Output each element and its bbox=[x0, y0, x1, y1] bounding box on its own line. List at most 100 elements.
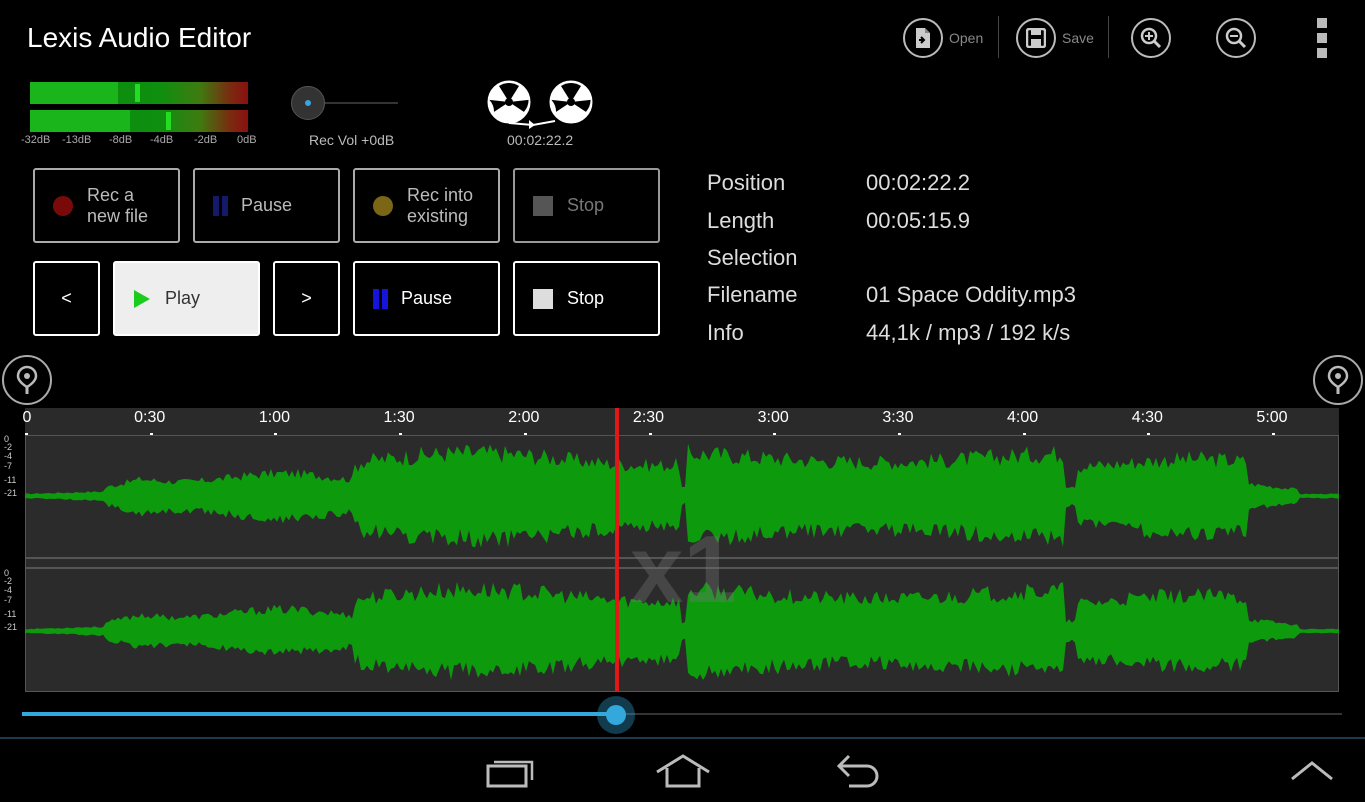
play-icon bbox=[134, 289, 150, 308]
timeline-tick-label: 0:30 bbox=[134, 409, 166, 426]
db-scale-label: -11 bbox=[4, 475, 17, 485]
app-title: Lexis Audio Editor bbox=[27, 22, 252, 53]
play-pause-button[interactable]: Pause bbox=[353, 261, 500, 336]
rec-pause-label: Pause bbox=[241, 195, 293, 215]
timeline-tick-label: 2:30 bbox=[632, 409, 665, 426]
file-open-icon bbox=[903, 18, 943, 58]
prev-button[interactable]: < bbox=[33, 261, 100, 336]
db-scale-label: -7 bbox=[4, 461, 13, 471]
info-value: 44,1k / mp3 / 192 k/s bbox=[866, 320, 1071, 345]
record-icon bbox=[53, 195, 73, 216]
back-icon bbox=[836, 754, 879, 787]
rec-volume-label: Rec Vol +0dB bbox=[309, 132, 395, 148]
location-pin-icon bbox=[1327, 365, 1349, 394]
rec-into-existing-label: Rec into bbox=[407, 184, 474, 205]
rec-into-existing-button[interactable]: Rec into existing bbox=[353, 168, 500, 243]
rec-into-existing-label: existing bbox=[407, 205, 469, 226]
stop-icon bbox=[533, 195, 553, 216]
open-label: Open bbox=[949, 30, 984, 46]
level-meter-left-peak bbox=[135, 84, 141, 102]
db-scale-label: -4 bbox=[4, 585, 13, 595]
save-label: Save bbox=[1062, 30, 1094, 46]
timeline-tick-label: 4:00 bbox=[1007, 409, 1039, 426]
selection-label: Selection bbox=[707, 245, 798, 270]
toolbar-separator bbox=[998, 16, 999, 58]
pause-icon bbox=[213, 195, 228, 216]
zoom-out-icon bbox=[1216, 18, 1256, 58]
recent-apps-icon bbox=[486, 760, 534, 787]
rec-new-file-label: new file bbox=[87, 205, 149, 226]
timeline-tick-label: 2:00 bbox=[508, 409, 540, 426]
record-icon bbox=[373, 195, 393, 216]
floppy-disk-icon bbox=[1016, 18, 1056, 58]
timeline-tick-label: 3:00 bbox=[757, 409, 789, 426]
db-scale-label: -7 bbox=[4, 595, 13, 605]
seek-bar-thumb[interactable] bbox=[597, 696, 635, 734]
length-label: Length bbox=[707, 208, 775, 233]
play-stop-label: Stop bbox=[567, 288, 605, 308]
rec-new-file-label: Rec a bbox=[87, 184, 135, 205]
system-nav-bar bbox=[0, 737, 1365, 802]
play-button[interactable]: Play bbox=[113, 261, 260, 336]
level-meter-left-fill bbox=[30, 82, 119, 104]
db-scale-label: -21 bbox=[4, 488, 18, 498]
pause-icon bbox=[373, 288, 388, 309]
play-label: Play bbox=[165, 288, 201, 308]
position-label: Position bbox=[707, 170, 786, 195]
zoom-in-button[interactable] bbox=[1131, 16, 1171, 60]
overflow-menu-button[interactable] bbox=[1312, 16, 1332, 60]
db-scale-label: -21 bbox=[4, 622, 18, 632]
level-meter-left bbox=[30, 82, 248, 104]
db-scale-label: -4 bbox=[4, 451, 13, 461]
rec-stop-label: Stop bbox=[567, 195, 605, 215]
chevron-up-icon bbox=[1291, 760, 1333, 780]
play-stop-button[interactable]: Stop bbox=[513, 261, 660, 336]
level-meter-right-peak bbox=[165, 112, 171, 130]
playhead[interactable] bbox=[615, 408, 620, 692]
reel-time: 00:02:22.2 bbox=[507, 132, 574, 148]
filename-label: Filename bbox=[707, 282, 798, 307]
next-label: > bbox=[301, 288, 312, 308]
location-pin-icon bbox=[16, 365, 38, 394]
home-button[interactable] bbox=[643, 739, 723, 802]
next-button[interactable]: > bbox=[273, 261, 340, 336]
length-value: 00:05:15.9 bbox=[866, 208, 970, 233]
rec-stop-button[interactable]: Stop bbox=[513, 168, 660, 243]
zoom-in-icon bbox=[1131, 18, 1171, 58]
level-meter-right bbox=[30, 110, 248, 132]
toolbar-separator bbox=[1108, 16, 1109, 58]
timeline-tick-label: 4:30 bbox=[1131, 409, 1163, 426]
rec-pause-button[interactable]: Pause bbox=[193, 168, 340, 243]
recent-apps-button[interactable] bbox=[470, 739, 550, 802]
timeline-tick-label: 5:00 bbox=[1256, 409, 1288, 426]
menu-up-button[interactable] bbox=[1272, 739, 1352, 802]
timeline-tick-label: 0 bbox=[22, 409, 32, 426]
prev-label: < bbox=[61, 288, 72, 308]
zoom-level: x1 bbox=[630, 516, 737, 623]
timeline-tick-label: 3:30 bbox=[882, 409, 914, 426]
seek-bar-progress bbox=[22, 712, 616, 716]
position-value: 00:02:22.2 bbox=[866, 170, 970, 195]
play-pause-label: Pause bbox=[401, 288, 453, 308]
zoom-out-button[interactable] bbox=[1216, 16, 1256, 60]
db-label: -2dB bbox=[194, 134, 218, 146]
stop-icon bbox=[533, 288, 553, 309]
rec-new-file-button[interactable]: Rec a new file bbox=[33, 168, 180, 243]
filename-value: 01 Space Oddity.mp3 bbox=[866, 282, 1076, 307]
db-label: -4dB bbox=[150, 134, 174, 146]
overflow-menu-icon bbox=[1317, 18, 1327, 58]
db-label: -32dB bbox=[21, 134, 51, 146]
timeline-tick-label: 1:30 bbox=[383, 409, 415, 426]
home-icon bbox=[656, 753, 710, 787]
info-label: Info bbox=[707, 320, 744, 345]
back-button[interactable] bbox=[818, 739, 898, 802]
db-scale-label: -11 bbox=[4, 609, 17, 619]
tape-reel-icon bbox=[485, 80, 597, 135]
db-label: -13dB bbox=[62, 134, 92, 146]
end-marker-button[interactable] bbox=[1313, 355, 1363, 405]
save-button[interactable]: Save bbox=[1016, 16, 1094, 60]
start-marker-button[interactable] bbox=[2, 355, 52, 405]
open-button[interactable]: Open bbox=[903, 16, 983, 60]
db-label: 0dB bbox=[237, 134, 257, 146]
rec-volume-knob[interactable] bbox=[291, 86, 325, 120]
